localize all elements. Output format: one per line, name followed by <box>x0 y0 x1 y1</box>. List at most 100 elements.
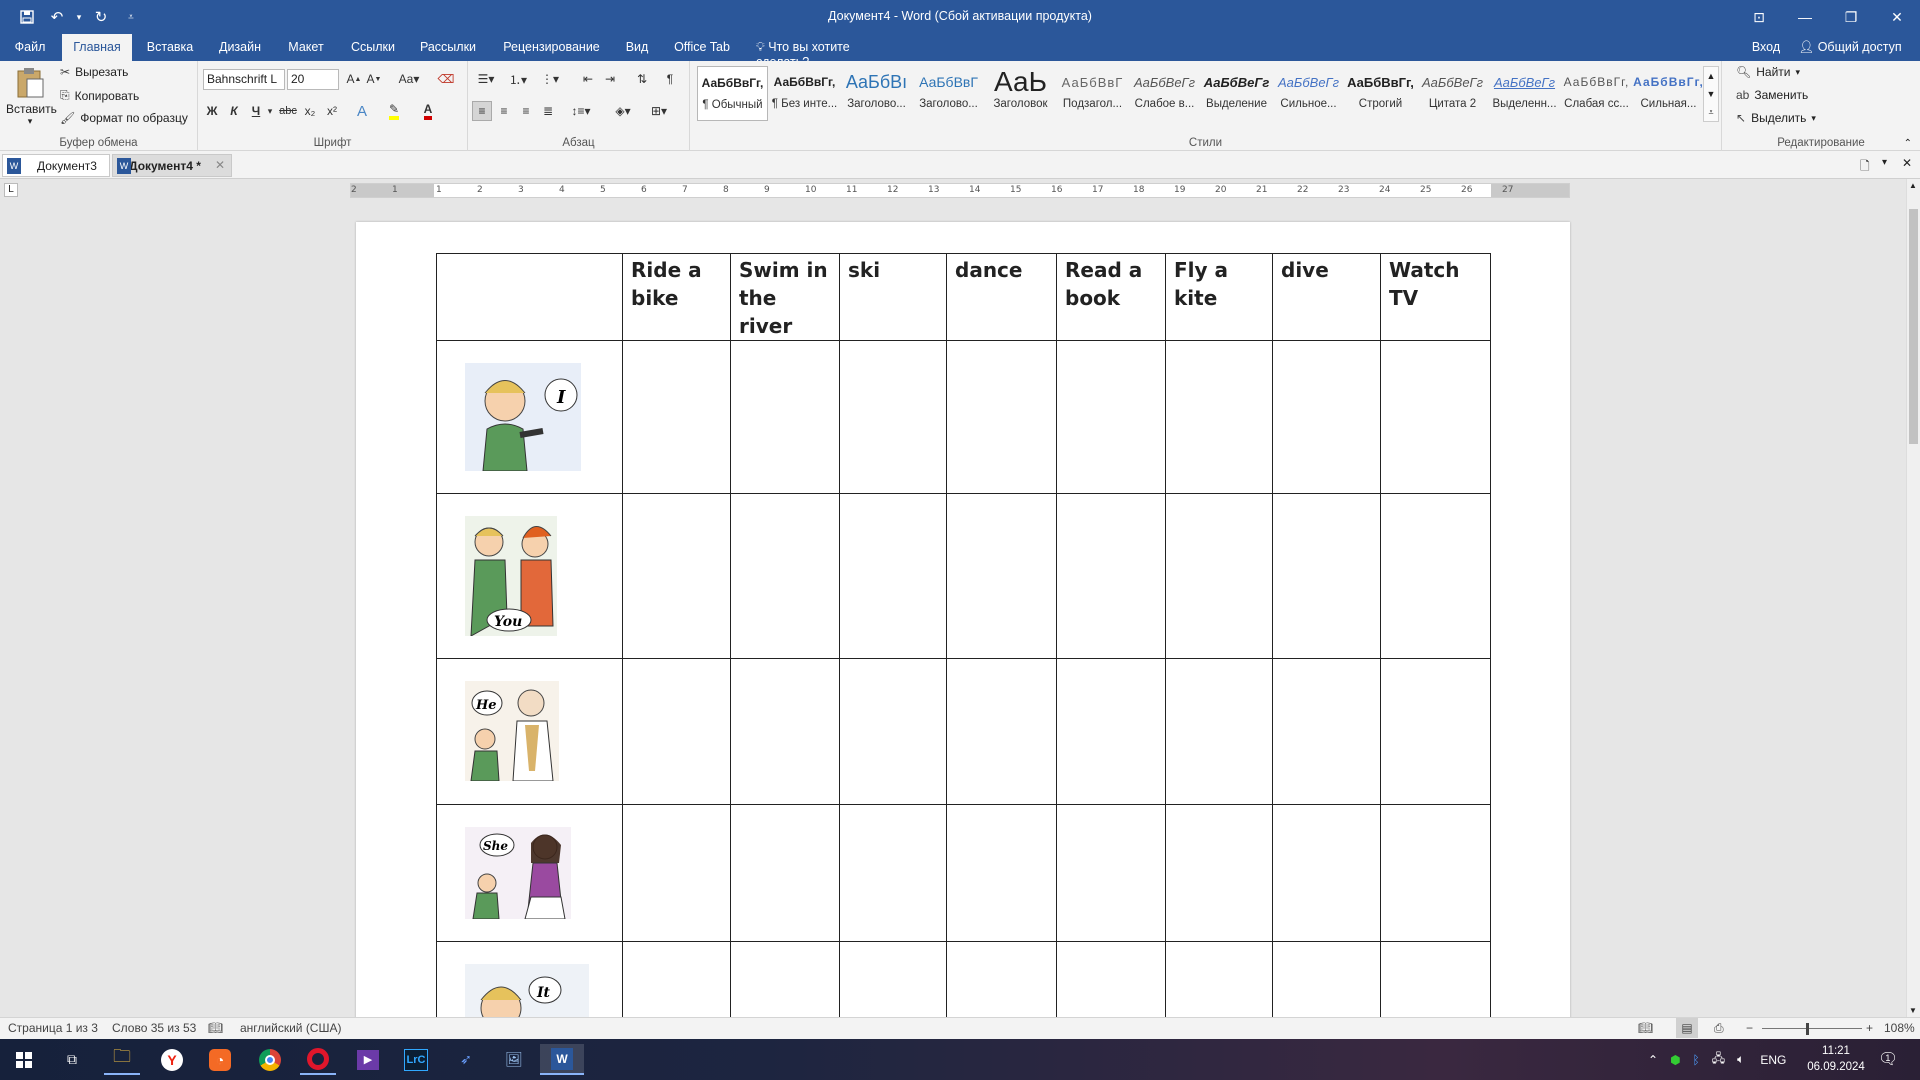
text-effects-icon[interactable]: A <box>352 101 372 121</box>
tab-references[interactable]: Ссылки <box>344 34 402 61</box>
zoom-slider[interactable] <box>1762 1028 1862 1029</box>
tab-home[interactable]: Главная <box>62 34 132 61</box>
font-size-combo[interactable]: 20 <box>287 69 339 90</box>
show-marks-icon[interactable]: ¶ <box>660 69 680 89</box>
line-spacing-icon[interactable]: ↕≡▾ <box>566 101 596 121</box>
table-cell[interactable] <box>622 493 731 659</box>
tray-overflow-icon[interactable]: ⌃ <box>1648 1053 1658 1067</box>
borders-icon[interactable]: ⊞▾ <box>644 101 674 121</box>
table-cell[interactable] <box>1272 340 1381 494</box>
replace-button[interactable]: ab Заменить <box>1736 88 1808 102</box>
styles-scroll[interactable]: ▲ ▼ ⩡ <box>1703 66 1719 122</box>
minimize-icon[interactable]: — <box>1782 0 1828 34</box>
scroll-down-icon[interactable]: ▼ <box>1909 1006 1917 1015</box>
vertical-scrollbar[interactable]: ▲ ▼ <box>1906 179 1920 1017</box>
table-cell[interactable] <box>1380 340 1491 494</box>
tab-review[interactable]: Рецензирование <box>494 34 609 61</box>
tab-design[interactable]: Дизайн <box>210 34 270 61</box>
tray-app-green-icon[interactable]: ⬢ <box>1670 1053 1680 1067</box>
copy-button[interactable]: ⎘ Копировать <box>60 88 139 103</box>
tab-menu-icon[interactable]: ▾ <box>1882 157 1887 168</box>
tell-me-box[interactable]: 💡︎ Что вы хотите сделать? <box>756 34 906 69</box>
tab-file[interactable]: Файл <box>6 34 54 61</box>
opera-icon[interactable] <box>300 1044 336 1075</box>
read-mode-icon[interactable]: 📖︎ <box>1638 1021 1653 1035</box>
web-layout-icon[interactable]: ⎙ <box>1714 1021 1724 1036</box>
table-corner-cell[interactable] <box>436 253 623 341</box>
decrease-indent-icon[interactable]: ⇤ <box>578 69 598 89</box>
table-cell[interactable] <box>1165 941 1273 1017</box>
table-cell[interactable] <box>946 658 1057 805</box>
superscript-button[interactable]: x² <box>322 101 342 121</box>
cut-button[interactable]: ✂ Вырезать <box>60 65 128 79</box>
table-cell[interactable] <box>1165 658 1273 805</box>
table-header-cell[interactable]: dive <box>1272 253 1381 341</box>
table-cell[interactable] <box>1056 941 1166 1017</box>
print-layout-icon[interactable]: ▤ <box>1676 1018 1698 1038</box>
proofing-icon[interactable]: 📖︎ <box>208 1021 223 1035</box>
language-indicator[interactable]: английский (США) <box>240 1021 341 1035</box>
style-gallery-item[interactable]: АаБбВвГг, Сильная... <box>1633 66 1704 121</box>
style-gallery-item[interactable]: АаБбВвГг, ¶ Без инте... <box>769 66 840 121</box>
multilevel-list-icon[interactable]: ⋮▾ <box>536 69 564 89</box>
style-gallery-item[interactable]: АаБбВвГ Заголово... <box>913 66 984 121</box>
strikethrough-button[interactable]: abc <box>278 101 298 121</box>
table-cell[interactable] <box>1165 493 1273 659</box>
share-button[interactable]: 👤︎ Общий доступ <box>1796 34 1904 61</box>
zoom-slider-thumb[interactable] <box>1806 1023 1809 1035</box>
table-cell[interactable] <box>946 804 1057 942</box>
style-gallery-item[interactable]: АаБбВвГг, ¶ Обычный <box>697 66 768 121</box>
find-button[interactable]: 🔍︎ Найти ▾ <box>1736 65 1800 79</box>
pronoun-image-cell[interactable]: She <box>436 804 623 942</box>
grow-font-icon[interactable]: A ▲ <box>344 69 364 89</box>
doc-tab-2[interactable]: W Документ4 * ✕ <box>112 154 232 177</box>
italic-button[interactable]: К <box>224 101 244 121</box>
table-cell[interactable] <box>1165 804 1273 942</box>
style-gallery-item[interactable]: АаБбВвГг, Строгий <box>1345 66 1416 121</box>
word-count[interactable]: Слово 35 из 53 <box>112 1021 196 1035</box>
file-explorer-icon[interactable]: 🗀︎ <box>104 1044 140 1075</box>
page-count[interactable]: Страница 1 из 3 <box>8 1021 98 1035</box>
doc-tab-1[interactable]: W Документ3 <box>2 154 110 177</box>
tab-layout[interactable]: Макет <box>280 34 332 61</box>
chrome-icon[interactable] <box>252 1044 288 1075</box>
sort-icon[interactable]: ⇅ <box>632 69 652 89</box>
zoom-in-icon[interactable]: + <box>1866 1021 1873 1035</box>
pronoun-image-cell[interactable]: It <box>436 941 623 1017</box>
align-left-icon[interactable]: ≡ <box>472 101 492 121</box>
change-case-button[interactable]: Aa ▾ <box>394 69 424 89</box>
scroll-thumb[interactable] <box>1909 209 1918 444</box>
collapse-ribbon-icon[interactable]: ⌃ <box>1904 138 1912 149</box>
table-cell[interactable] <box>622 658 731 805</box>
close-all-icon[interactable]: ✕ <box>1902 156 1912 170</box>
close-tab-icon[interactable]: ✕ <box>215 158 225 172</box>
table-cell[interactable] <box>730 340 840 494</box>
zoom-level[interactable]: 108% <box>1884 1021 1915 1035</box>
table-header-cell[interactable]: Swim in the river <box>730 253 840 341</box>
app-painter-icon[interactable]: 🖼︎ <box>496 1044 532 1075</box>
format-painter-button[interactable]: 🖌︎ Формат по образцу <box>60 111 188 125</box>
pronoun-image-cell[interactable]: I <box>436 340 623 494</box>
volume-icon[interactable]: 🔈︎ <box>1737 1052 1744 1067</box>
shading-icon[interactable]: ◈▾ <box>608 101 638 121</box>
tab-insert[interactable]: Вставка <box>140 34 200 61</box>
tab-office-tab[interactable]: Office Tab <box>666 34 738 61</box>
table-cell[interactable] <box>839 941 947 1017</box>
app-orange-icon[interactable]: ◔ <box>202 1044 238 1075</box>
subscript-button[interactable]: x₂ <box>300 101 320 121</box>
table-header-cell[interactable]: ski <box>839 253 947 341</box>
table-cell[interactable] <box>1272 804 1381 942</box>
table-cell[interactable] <box>1056 493 1166 659</box>
notifications-icon[interactable]: 🗨︎1 <box>1878 1049 1903 1069</box>
table-cell[interactable] <box>946 493 1057 659</box>
style-gallery-item[interactable]: АаЬ Заголовок <box>985 66 1056 121</box>
yandex-browser-icon[interactable]: Y <box>154 1044 190 1075</box>
pronoun-image-cell[interactable]: He <box>436 658 623 805</box>
table-cell[interactable] <box>1165 340 1273 494</box>
clock[interactable]: 11:21 06.09.2024 <box>1804 1043 1868 1075</box>
scroll-up-icon[interactable]: ▲ <box>1909 181 1917 190</box>
style-gallery-item[interactable]: АаБбВеГг Выделенн... <box>1489 66 1560 121</box>
style-gallery-item[interactable]: АаБбВвГ Подзагол... <box>1057 66 1128 121</box>
tab-mailings[interactable]: Рассылки <box>414 34 482 61</box>
app-dark-icon[interactable]: ➶ <box>448 1044 484 1075</box>
